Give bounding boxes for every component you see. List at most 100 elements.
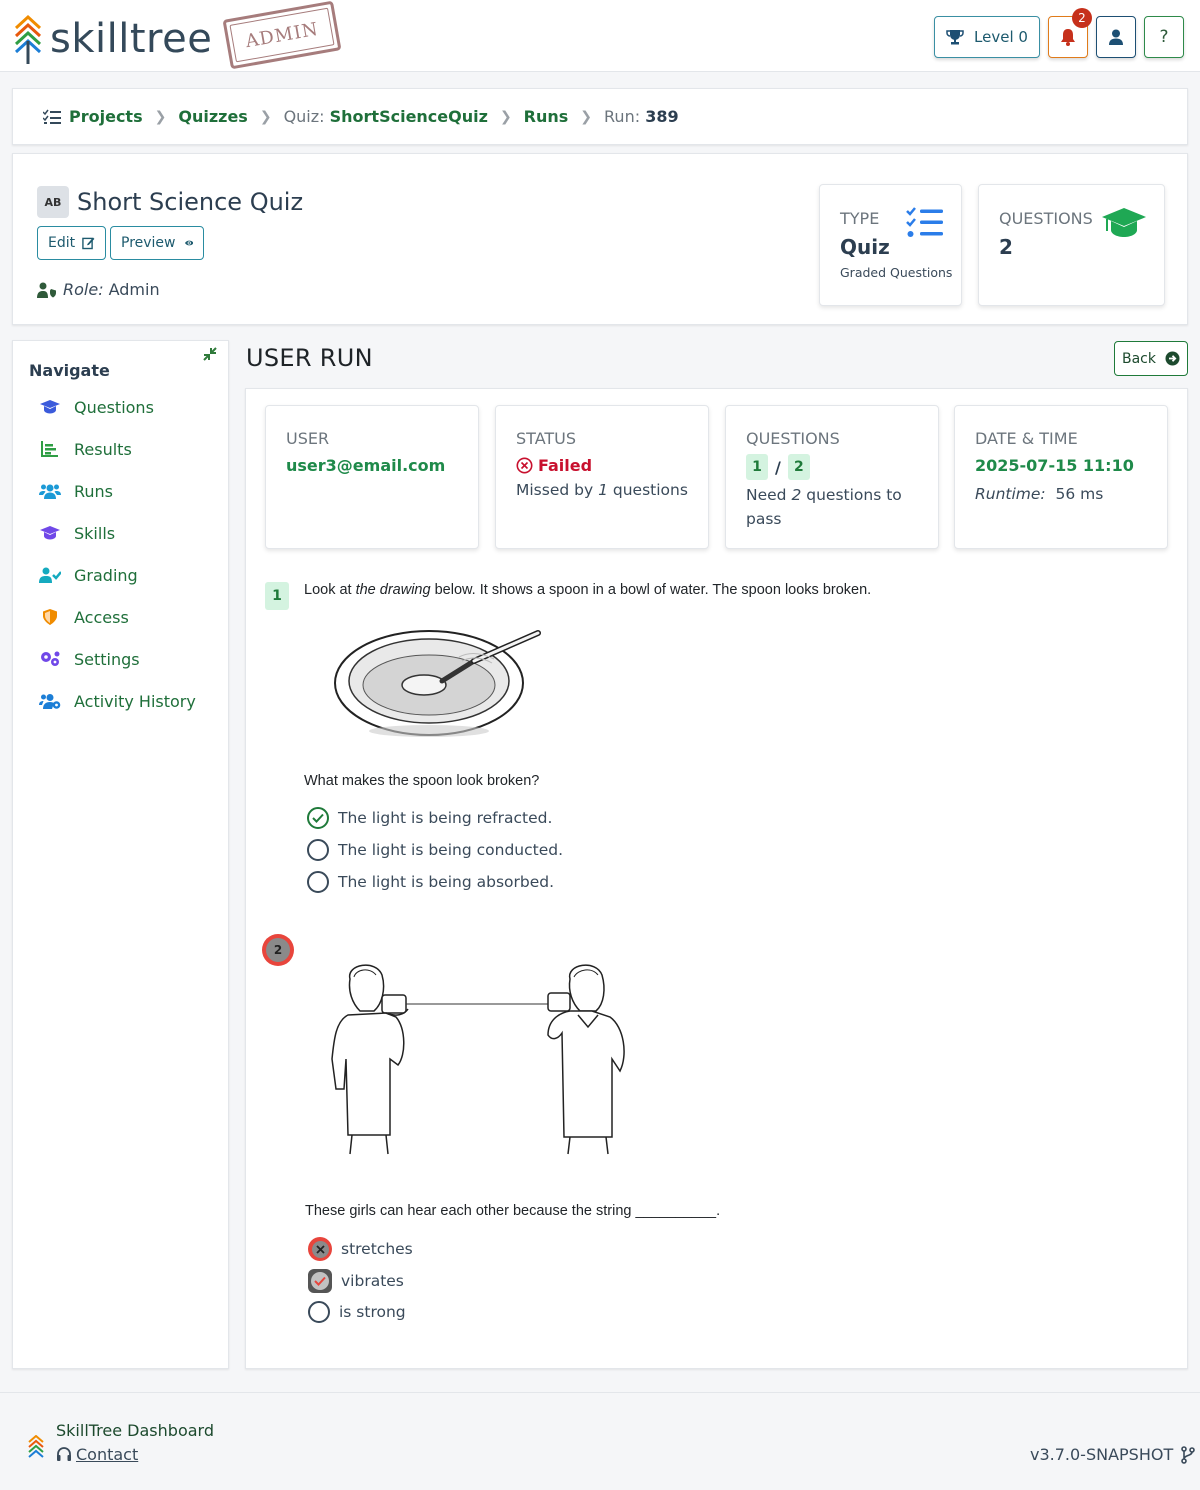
sidebar-item-grading[interactable]: Grading — [39, 560, 138, 590]
correct-missed-icon — [308, 1269, 332, 1293]
compress-icon[interactable] — [203, 347, 217, 361]
preview-label: Preview — [121, 235, 176, 251]
role-label: Role: — [63, 280, 104, 299]
sidebar-item-results[interactable]: Results — [39, 434, 132, 464]
quiz-header-card: AB Short Science Quiz Edit Preview Role:… — [12, 153, 1188, 325]
status-sub-post: questions — [607, 481, 688, 499]
trophy-icon — [946, 30, 964, 45]
breadcrumb-runs[interactable]: Runs — [524, 107, 569, 126]
notification-badge: 2 — [1072, 8, 1092, 28]
role-value: Admin — [108, 280, 160, 299]
section-title: USER RUN — [246, 344, 373, 372]
times-circle-icon — [516, 457, 533, 474]
breadcrumb-quiz[interactable]: ShortScienceQuiz — [330, 107, 488, 126]
graduation-cap-icon — [1102, 208, 1146, 237]
role-indicator: Role: Admin — [37, 280, 160, 299]
answer-option[interactable]: stretches — [308, 1237, 413, 1261]
back-button[interactable]: Back — [1114, 341, 1188, 376]
question-1-prompt: What makes the spoon look broken? — [304, 773, 540, 789]
breadcrumb-run-prefix: Run: — [604, 107, 646, 126]
level-label: Level 0 — [974, 28, 1028, 46]
answer-option[interactable]: is strong — [308, 1301, 406, 1323]
sidebar-item-label: Activity History — [74, 691, 196, 711]
run-status-card: STATUS Failed Missed by 1 questions — [495, 405, 709, 549]
quiz-type-card: TYPE Quiz Graded Questions — [819, 184, 962, 306]
sidebar-nav: Navigate Questions Results Runs Skills G… — [12, 340, 229, 1369]
code-branch-icon — [1181, 1445, 1196, 1464]
wrong-question-marker: 2 — [262, 934, 294, 966]
answer-text: The light is being absorbed. — [338, 873, 555, 891]
user-email[interactable]: user3@email.com — [286, 456, 445, 475]
tin-can-phone-illustration — [331, 964, 625, 1155]
sidebar-item-runs[interactable]: Runs — [39, 476, 113, 506]
user-menu-button[interactable] — [1096, 16, 1136, 58]
users-cog-icon — [39, 692, 61, 710]
question-number-badge: 2 — [266, 938, 290, 962]
footer-app-name: SkillTree Dashboard — [56, 1421, 214, 1440]
q1-text-post: below. It shows a spoon in a bowl of wat… — [430, 582, 872, 598]
empty-circle-icon — [307, 839, 329, 861]
answer-option[interactable]: The light is being refracted. — [307, 807, 552, 829]
chevron-right-icon: ❯ — [154, 108, 167, 125]
edit-label: Edit — [48, 235, 76, 251]
answer-option[interactable]: vibrates — [308, 1269, 404, 1293]
admin-stamp: ADMIN — [222, 0, 342, 70]
datetime-value: 2025-07-15 11:10 — [975, 456, 1134, 475]
sidebar-item-label: Results — [74, 439, 132, 459]
sidebar-item-settings[interactable]: Settings — [39, 644, 140, 674]
user-shield-icon — [37, 282, 56, 298]
quiz-spellcheck-icon: AB — [37, 186, 69, 218]
breadcrumb-quiz-prefix: Quiz: — [283, 107, 330, 126]
sidebar-item-skills[interactable]: Skills — [39, 518, 115, 548]
arrow-circle-right-icon — [1165, 351, 1180, 366]
skilltree-logo[interactable]: skilltree — [14, 14, 212, 64]
top-header: skilltree ADMIN Level 0 2 ? — [0, 0, 1200, 72]
status-sub-pre: Missed by — [516, 481, 599, 499]
question-number-badge: 1 — [265, 582, 289, 610]
run-datetime-card: DATE & TIME 2025-07-15 11:10 Runtime: 56… — [954, 405, 1168, 549]
breadcrumb-run-id: 389 — [645, 107, 679, 126]
sidebar-item-activity-history[interactable]: Activity History — [39, 686, 196, 716]
run-detail-card: USER user3@email.com STATUS Failed Misse… — [245, 388, 1188, 1369]
chevron-right-icon: ❯ — [259, 108, 272, 125]
shield-icon — [39, 608, 61, 626]
chevron-right-icon: ❯ — [499, 108, 512, 125]
eye-icon — [184, 240, 193, 246]
edit-button[interactable]: Edit — [37, 226, 106, 260]
skilltree-tree-icon — [14, 14, 42, 64]
status-value: Failed — [516, 456, 592, 475]
need-pre: Need — [746, 486, 792, 504]
check-circle-icon — [307, 807, 329, 829]
answer-text: The light is being conducted. — [338, 841, 564, 859]
breadcrumb-projects[interactable]: Projects — [69, 107, 143, 126]
need-num: 2 — [791, 486, 802, 504]
status-sub: Missed by 1 questions — [516, 478, 688, 502]
answer-option[interactable]: The light is being conducted. — [307, 839, 563, 861]
chevron-right-icon: ❯ — [580, 108, 593, 125]
runtime: Runtime: 56 ms — [975, 482, 1103, 506]
answer-option[interactable]: The light is being absorbed. — [307, 871, 554, 893]
graduation-cap-icon — [39, 524, 61, 542]
level-button[interactable]: Level 0 — [934, 16, 1040, 58]
help-button[interactable]: ? — [1144, 16, 1184, 58]
footer-version: v3.7.0-SNAPSHOT — [1030, 1445, 1196, 1464]
runtime-value: 56 ms — [1055, 485, 1104, 503]
sidebar-item-access[interactable]: Access — [39, 602, 129, 632]
page-title: Short Science Quiz — [77, 188, 304, 216]
spoon-bowl-illustration — [334, 630, 541, 737]
chart-bar-icon — [39, 440, 61, 458]
preview-button[interactable]: Preview — [110, 226, 204, 260]
footer-contact-link[interactable]: Contact — [56, 1445, 138, 1464]
tasks-list-icon — [906, 207, 943, 237]
type-sub: Graded Questions — [840, 265, 953, 280]
q1-text-em: the drawing — [355, 582, 431, 598]
sidebar-item-questions[interactable]: Questions — [39, 392, 154, 422]
sidebar-item-label: Questions — [74, 397, 154, 417]
edit-icon — [82, 237, 95, 250]
graduation-cap-icon — [39, 398, 61, 416]
users-icon — [39, 482, 61, 500]
contact-label: Contact — [76, 1445, 139, 1464]
breadcrumb-quizzes[interactable]: Quizzes — [178, 107, 247, 126]
sidebar-item-label: Grading — [74, 565, 138, 585]
wrong-selected-icon — [308, 1237, 332, 1261]
